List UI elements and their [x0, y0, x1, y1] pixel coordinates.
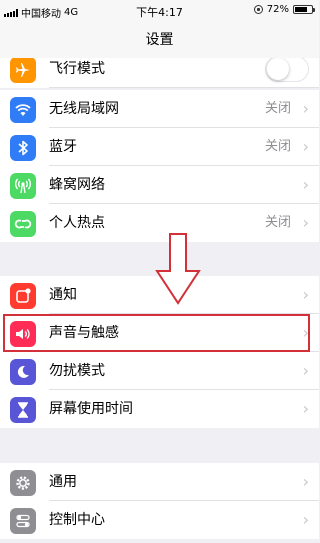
- status-right: 72%: [253, 4, 315, 15]
- airplane-toggle[interactable]: [265, 58, 309, 82]
- chevron-right-icon: ›: [302, 285, 309, 304]
- row-label: 无线局域网: [49, 101, 119, 117]
- annotation-highlight-box: [3, 314, 310, 352]
- row-label: 飞行模式: [49, 61, 105, 77]
- chevron-right-icon: ›: [302, 361, 309, 380]
- chevron-right-icon: ›: [302, 510, 309, 529]
- orientation-lock-icon: [253, 5, 263, 14]
- battery-icon: [293, 5, 315, 14]
- chevron-right-icon: ›: [302, 99, 309, 118]
- row-general[interactable]: 通用 ›: [0, 463, 319, 501]
- control-center-icon: [10, 508, 36, 534]
- row-airplane-mode[interactable]: 飞行模式: [0, 58, 319, 88]
- wifi-icon: [10, 97, 36, 123]
- page-title: 设置: [145, 32, 174, 48]
- row-cellular[interactable]: 蜂窝网络 ›: [0, 166, 319, 204]
- row-label: 勿扰模式: [49, 363, 105, 379]
- moon-icon: [10, 359, 36, 385]
- nav-bar: 设置: [0, 22, 319, 58]
- chevron-right-icon: ›: [302, 472, 309, 491]
- chevron-right-icon: ›: [302, 213, 309, 232]
- row-value: 关闭: [264, 215, 291, 230]
- row-screen-time[interactable]: 屏幕使用时间 ›: [0, 390, 319, 428]
- row-wifi[interactable]: 无线局域网 关闭 ›: [0, 90, 319, 128]
- row-control-center[interactable]: 控制中心 ›: [0, 501, 319, 539]
- row-label: 蜂窝网络: [49, 177, 105, 193]
- row-do-not-disturb[interactable]: 勿扰模式 ›: [0, 352, 319, 390]
- battery-level: [295, 7, 307, 12]
- battery-percent: 72%: [266, 4, 289, 15]
- row-label: 屏幕使用时间: [49, 401, 133, 417]
- row-value: 关闭: [264, 139, 291, 154]
- cellular-icon: [10, 173, 36, 199]
- row-label: 控制中心: [49, 512, 105, 528]
- separator: [49, 87, 319, 88]
- row-value: 关闭: [264, 101, 291, 116]
- row-bluetooth[interactable]: 蓝牙 关闭 ›: [0, 128, 319, 166]
- annotation-arrow-icon: [155, 233, 201, 305]
- bluetooth-icon: [10, 135, 36, 161]
- airplane-icon: [10, 58, 36, 83]
- chevron-right-icon: ›: [302, 399, 309, 418]
- hotspot-icon: [10, 211, 36, 237]
- airplane-row-clip: 飞行模式: [0, 58, 319, 88]
- row-label: 个人热点: [49, 215, 105, 231]
- gear-icon: [10, 470, 36, 496]
- row-label: 通知: [49, 287, 77, 303]
- chevron-right-icon: ›: [302, 137, 309, 156]
- hourglass-icon: [10, 397, 36, 423]
- status-bar: 中国移动 4G 下午4:17 72%: [0, 0, 319, 22]
- row-label: 通用: [49, 474, 77, 490]
- notifications-icon: [10, 283, 36, 309]
- row-label: 蓝牙: [49, 139, 77, 155]
- toggle-knob: [267, 58, 289, 80]
- chevron-right-icon: ›: [302, 175, 309, 194]
